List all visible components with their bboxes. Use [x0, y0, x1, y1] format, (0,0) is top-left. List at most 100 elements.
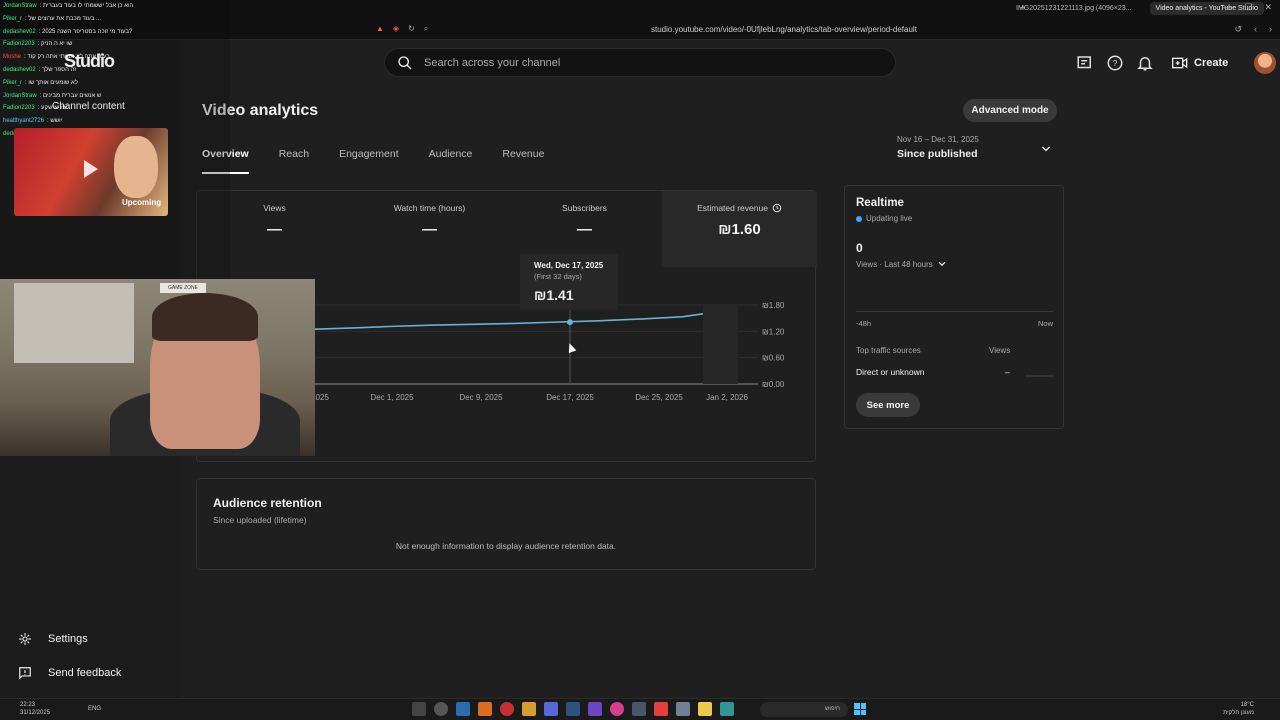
metric-watch-time[interactable]: Watch time (hours) — [352, 191, 507, 267]
chat-message: Piker_r: לא שומעים אותך שו [0, 77, 230, 90]
tab-revenue[interactable]: Revenue [502, 148, 544, 174]
chat-username: healthyant2726 [3, 118, 45, 125]
chat-text: : בעוד מי זוכה בסטריפר השנה 2025? [38, 28, 133, 35]
advanced-mode-button[interactable]: Advanced mode [963, 99, 1057, 122]
app-icon[interactable] [566, 702, 580, 716]
weather-temp: 18°C [1240, 702, 1254, 708]
app-icon[interactable] [478, 702, 492, 716]
studio-logo: Studio [64, 51, 115, 71]
app-icon[interactable] [632, 702, 646, 716]
forward-icon[interactable]: › [1269, 24, 1272, 35]
chat-text: : יושש [47, 118, 63, 125]
search-input[interactable]: Search across your channel [384, 48, 896, 77]
chat-message: Piker_r: בעוד מכבת את ערוצים של ... [0, 13, 230, 26]
app-icon[interactable] [456, 702, 470, 716]
live-dot-icon [856, 215, 862, 222]
browser-tab-image[interactable]: IMG20251231221113.jpg (4096×23... [1010, 2, 1138, 15]
app-icon[interactable] [412, 702, 426, 716]
traffic-source-name: Direct or unknown [856, 367, 925, 377]
realtime-views-dropdown[interactable]: Views · Last 48 hours [856, 259, 947, 269]
folder-icon[interactable] [698, 702, 712, 716]
svg-text:?: ? [1113, 59, 1118, 68]
chat-username: Piker_r [3, 79, 23, 86]
minimize-icon[interactable]: — [1223, 2, 1232, 13]
weather-desc: מעונן חלקית [1223, 710, 1254, 716]
date-range-dates: Nov 16 – Dec 31, 2025 [897, 135, 979, 144]
realtime-title: Realtime [856, 197, 904, 209]
date-range-label: Since published [897, 148, 978, 160]
taskbar-weather[interactable]: 18°C מעונן חלקית [1223, 701, 1254, 717]
retention-message: Not enough information to display audien… [395, 541, 617, 551]
app-icon[interactable] [654, 702, 668, 716]
app-icon[interactable] [588, 702, 602, 716]
messages-icon[interactable] [1076, 54, 1094, 72]
create-label: Create [1194, 57, 1229, 69]
game-zone-sign: GAME ZONE [160, 283, 207, 293]
sidebar-item-feedback[interactable]: Send feedback [18, 666, 121, 680]
app-icon[interactable] [500, 702, 514, 716]
tooltip-sub: (First 32 days) [534, 272, 582, 281]
chat-text: : לא שומעים אותך שו [25, 79, 78, 86]
chat-username: JordanStraw [3, 3, 37, 9]
metric-revenue[interactable]: Estimated revenue ₪1.60 [662, 191, 817, 267]
taskbar-clock[interactable]: 22:23 31/12/2025 [20, 701, 50, 717]
chat-text: : הוא כן אבל יששמתי לו בעוד בעברית [39, 3, 134, 9]
header-actions: ? Create [1076, 52, 1277, 74]
metric-subscribers-value: — [577, 221, 592, 238]
retention-title: Audience retention [213, 496, 322, 510]
see-more-button[interactable]: See more [856, 393, 920, 417]
taskbar-language[interactable]: ENG [88, 706, 101, 712]
app-icon[interactable] [720, 702, 734, 716]
realtime-card: Realtime Updating live 0 Views · Last 48… [844, 185, 1064, 429]
chat-message: JordanStraw: הוא כן אבל יששמתי לו בעוד ב… [0, 0, 230, 13]
bell-icon[interactable] [1136, 54, 1154, 72]
chevron-down-icon [938, 261, 946, 267]
app-icon[interactable] [434, 702, 448, 716]
tooltip-date: Wed, Dec 17, 2025 [534, 261, 604, 270]
gear-icon [19, 633, 31, 645]
chat-username: Piker_r [3, 15, 23, 22]
tooltip-value: ₪1.41 [534, 287, 574, 303]
maximize-icon[interactable]: ☐ [1244, 2, 1252, 13]
app-icon[interactable] [522, 702, 536, 716]
back-icon[interactable]: ‹ [1254, 24, 1257, 35]
retention-subtitle: Since uploaded (lifetime) [213, 515, 307, 525]
tab-engagement[interactable]: Engagement [339, 148, 399, 174]
address-bar[interactable]: studio.youtube.com/video/-0UfjlebLng/ana… [372, 22, 932, 38]
webcam-overlay: GAME ZONE [0, 279, 315, 456]
analytics-tabs: Overview Reach Engagement Audience Reven… [202, 148, 544, 174]
tab-reach[interactable]: Reach [279, 148, 309, 174]
audience-retention-card: Audience retention Since uploaded (lifet… [196, 478, 816, 570]
help-icon[interactable]: ? [1106, 54, 1124, 72]
browser-right-icons: ↺ ‹ › [1234, 24, 1272, 35]
windows-taskbar: 22:23 31/12/2025 ENG חיפוש 18°C מעונן חל… [0, 698, 1280, 720]
app-icon[interactable] [544, 702, 558, 716]
chat-text: : בעוד מכבת את ערוצים של ... [25, 15, 102, 22]
history-icon[interactable]: ↺ [1234, 24, 1242, 35]
realtime-status-text: Updating live [866, 214, 913, 223]
tab-audience[interactable]: Audience [429, 148, 473, 174]
traffic-source-bar [1025, 375, 1053, 377]
chat-username: JordanStraw [3, 92, 37, 99]
avatar[interactable] [1254, 52, 1277, 74]
top-traffic-sources-header: Top traffic sources [856, 346, 921, 355]
search-icon [398, 56, 412, 70]
chat-username: dedashev02 [3, 28, 36, 35]
metric-watch-time-label: Watch time (hours) [393, 203, 466, 213]
app-icon[interactable] [610, 702, 624, 716]
realtime-views-label: Views · Last 48 hours [856, 259, 933, 269]
sidebar-item-settings[interactable]: Settings [18, 632, 88, 646]
taskbar-search[interactable]: חיפוש [760, 702, 848, 717]
video-thumbnail[interactable]: Upcoming [14, 128, 168, 216]
date-range-selector[interactable]: Nov 16 – Dec 31, 2025 Since published [897, 135, 1057, 160]
app-icon[interactable] [676, 702, 690, 716]
chat-username: Fadion2203 [3, 105, 35, 112]
close-icon[interactable]: ✕ [1264, 2, 1272, 13]
traffic-views-header: Views [989, 346, 1011, 355]
windows-start-icon[interactable] [854, 703, 866, 715]
sidebar-settings-label: Settings [48, 633, 88, 645]
clock-icon [772, 203, 782, 213]
metric-watch-time-value: — [422, 221, 437, 238]
metric-revenue-label: Estimated revenue [697, 203, 768, 213]
create-button[interactable]: Create [1172, 56, 1228, 70]
